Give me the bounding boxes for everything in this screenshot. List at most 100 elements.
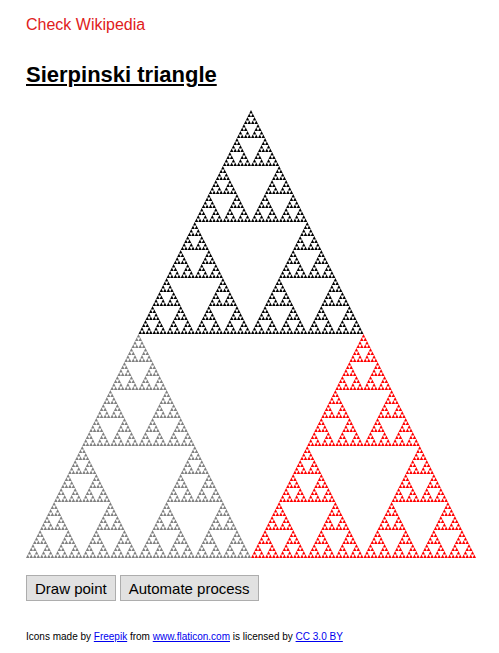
triangle-cell	[63, 537, 67, 541]
triangle-cell	[232, 537, 236, 541]
triangle-cell	[390, 390, 394, 394]
triangle-cell	[342, 373, 346, 377]
triangle-cell	[409, 471, 413, 475]
triangle-cell	[182, 495, 186, 499]
triangle-cell	[399, 499, 403, 503]
triangle-cell	[353, 317, 357, 321]
triangle-cell	[269, 541, 273, 545]
triangle-cell	[216, 184, 220, 188]
triangle-cell	[110, 513, 114, 517]
triangle-cell	[160, 415, 164, 419]
triangle-cell	[68, 471, 72, 475]
triangle-cell	[161, 439, 165, 443]
triangle-cell	[279, 289, 283, 293]
triangle-cell	[240, 163, 244, 167]
triangle-cell	[40, 541, 44, 545]
triangle-cell	[244, 555, 248, 559]
triangle-cell	[406, 429, 410, 433]
triangle-cell	[371, 352, 375, 356]
triangle-cell	[335, 394, 339, 398]
triangle-cell	[409, 429, 413, 433]
triangle-cell	[61, 492, 65, 496]
triangle-cell	[172, 292, 176, 296]
triangle-cell	[318, 485, 322, 489]
triangle-cell	[226, 191, 230, 195]
triangle-cell	[321, 317, 325, 321]
triangle-cell	[49, 551, 53, 555]
triangle-cell	[314, 548, 318, 552]
triangle-cell	[182, 467, 186, 471]
triangle-cell	[195, 457, 199, 461]
triangle-cell	[209, 534, 213, 538]
triangle-cell	[392, 401, 396, 405]
triangle-cell	[146, 555, 150, 559]
triangle-cell	[212, 268, 216, 272]
triangle-cell	[255, 324, 259, 328]
triangle-cell	[332, 401, 336, 405]
triangle-cell	[281, 215, 285, 219]
triangle-cell	[135, 387, 139, 391]
triangle-cell	[100, 485, 104, 489]
triangle-cell	[297, 464, 301, 468]
triangle-cell	[163, 506, 167, 510]
triangle-cell	[318, 499, 322, 503]
triangle-cell	[318, 429, 322, 433]
triangle-cell	[230, 156, 234, 160]
triangle-cell	[279, 170, 283, 174]
triangle-cell	[163, 555, 167, 559]
triangle-cell	[314, 429, 318, 433]
triangle-cell	[214, 516, 218, 520]
triangle-cell	[288, 215, 292, 219]
triangle-cell	[105, 523, 109, 527]
triangle-cell	[283, 191, 287, 195]
triangle-cell	[195, 471, 199, 475]
triangle-cell	[142, 436, 146, 440]
triangle-cell	[325, 492, 329, 496]
triangle-cell	[246, 327, 250, 331]
triangle-cell	[142, 352, 146, 356]
triangle-cell	[58, 555, 62, 559]
triangle-cell	[313, 460, 317, 464]
triangle-cell	[269, 163, 273, 167]
triangle-cell	[170, 443, 174, 447]
triangle-cell	[181, 471, 185, 475]
triangle-cell	[258, 219, 262, 223]
wikipedia-link[interactable]: Check Wikipedia	[26, 15, 145, 35]
triangle-cell	[121, 429, 125, 433]
triangle-cell	[230, 548, 234, 552]
triangle-cell	[304, 233, 308, 237]
triangle-cell	[181, 534, 185, 538]
triangle-cell	[189, 327, 193, 331]
triangle-cell	[225, 285, 229, 289]
triangle-cell	[327, 432, 331, 436]
triangle-cell	[314, 471, 318, 475]
triangle-cell	[100, 555, 104, 559]
triangle-cell	[330, 495, 334, 499]
triangle-cell	[372, 355, 376, 359]
triangle-cell	[98, 481, 102, 485]
triangle-cell	[416, 450, 420, 454]
triangle-cell	[211, 495, 215, 499]
triangle-cell	[172, 264, 176, 268]
triangle-cell	[191, 555, 195, 559]
triangle-cell	[216, 527, 220, 531]
triangle-cell	[311, 499, 315, 503]
triangle-cell	[65, 478, 69, 482]
triangle-cell	[146, 387, 150, 391]
triangle-cell	[72, 464, 76, 468]
triangle-cell	[59, 516, 63, 520]
triangle-cell	[388, 387, 392, 391]
triangle-cell	[175, 481, 179, 485]
triangle-cell	[284, 180, 288, 184]
triangle-cell	[300, 275, 304, 279]
triangle-cell	[52, 502, 56, 506]
triangle-cell	[175, 313, 179, 317]
triangle-cell	[204, 271, 208, 275]
triangle-cell	[82, 499, 86, 503]
triangle-cell	[283, 331, 287, 335]
triangle-cell	[274, 299, 278, 303]
triangle-cell	[356, 331, 360, 335]
triangle-cell	[153, 555, 157, 559]
triangle-cell	[313, 236, 317, 240]
triangle-cell	[202, 492, 206, 496]
